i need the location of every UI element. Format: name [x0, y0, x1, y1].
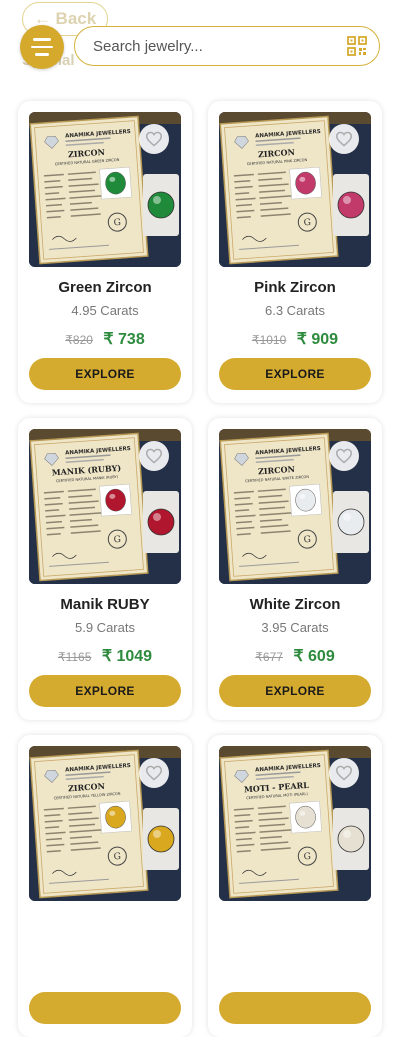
- explore-button[interactable]: EXPLORE: [219, 675, 371, 707]
- product-card[interactable]: ANAMIKA JEWELLERS ZIRCON CERTIFIED NATUR…: [18, 735, 192, 1037]
- original-price: ₹1165: [57, 650, 92, 664]
- product-name: Pink Zircon: [254, 279, 336, 296]
- favorite-button[interactable]: [329, 758, 359, 788]
- favorite-button[interactable]: [139, 124, 169, 154]
- favorite-button[interactable]: [139, 758, 169, 788]
- explore-button[interactable]: [29, 992, 181, 1024]
- svg-text:G: G: [113, 218, 121, 228]
- heart-icon: [335, 448, 353, 464]
- sale-price: ₹ 609: [293, 648, 335, 665]
- svg-text:G: G: [303, 535, 311, 545]
- product-card[interactable]: ANAMIKA JEWELLERS MOTI - PEARL CERTIFIED…: [208, 735, 382, 1037]
- product-image[interactable]: ANAMIKA JEWELLERS ZIRCON CERTIFIED NATUR…: [29, 746, 181, 901]
- search-input[interactable]: [91, 36, 347, 56]
- sale-price: ₹ 738: [103, 331, 145, 348]
- menu-icon: [33, 38, 51, 41]
- product-carats: 6.3 Carats: [265, 303, 325, 318]
- product-image[interactable]: ANAMIKA JEWELLERS ZIRCON CERTIFIED NATUR…: [29, 112, 181, 267]
- explore-button[interactable]: [219, 992, 371, 1024]
- sale-price: ₹ 1049: [101, 648, 153, 665]
- explore-button[interactable]: EXPLORE: [29, 675, 181, 707]
- product-card[interactable]: ANAMIKA JEWELLERS ZIRCON CERTIFIED NATUR…: [208, 101, 382, 403]
- menu-button[interactable]: [20, 25, 64, 69]
- svg-text:G: G: [113, 535, 121, 545]
- svg-text:G: G: [113, 852, 121, 862]
- price-row: [18, 963, 192, 981]
- favorite-button[interactable]: [329, 441, 359, 471]
- svg-text:G: G: [303, 852, 311, 862]
- heart-icon: [145, 448, 163, 464]
- product-card[interactable]: ANAMIKA JEWELLERS ZIRCON CERTIFIED NATUR…: [208, 418, 382, 720]
- product-carats: 4.95 Carats: [71, 303, 139, 318]
- product-card[interactable]: ANAMIKA JEWELLERS MANIK (RUBY) CERTIFIED…: [18, 418, 192, 720]
- product-name: Green Zircon: [58, 279, 152, 296]
- explore-button[interactable]: EXPLORE: [219, 358, 371, 390]
- original-price: ₹1010: [251, 333, 287, 347]
- heart-icon: [335, 765, 353, 781]
- price-row: [208, 963, 382, 981]
- price-row: ₹677 ₹ 609: [208, 646, 382, 666]
- product-image[interactable]: ANAMIKA JEWELLERS ZIRCON CERTIFIED NATUR…: [219, 429, 371, 584]
- product-image[interactable]: ANAMIKA JEWELLERS MOTI - PEARL CERTIFIED…: [219, 746, 371, 901]
- sale-price: ₹ 909: [296, 331, 339, 348]
- original-price: ₹820: [65, 333, 93, 347]
- favorite-button[interactable]: [139, 441, 169, 471]
- product-card[interactable]: ANAMIKA JEWELLERS ZIRCON CERTIFIED NATUR…: [18, 101, 192, 403]
- product-carats: 3.95 Carats: [261, 620, 329, 635]
- explore-button[interactable]: EXPLORE: [29, 358, 181, 390]
- product-image[interactable]: ANAMIKA JEWELLERS ZIRCON CERTIFIED NATUR…: [219, 112, 371, 267]
- product-carats: 5.9 Carats: [75, 620, 135, 635]
- price-row: ₹1165 ₹ 1049: [18, 646, 192, 666]
- heart-icon: [335, 131, 353, 147]
- price-row: ₹1010 ₹ 909: [208, 329, 382, 349]
- favorite-button[interactable]: [329, 124, 359, 154]
- svg-text:G: G: [303, 218, 311, 228]
- search-bar: [74, 26, 380, 66]
- qr-scan-icon[interactable]: [347, 36, 367, 56]
- heart-icon: [145, 765, 163, 781]
- product-image[interactable]: ANAMIKA JEWELLERS MANIK (RUBY) CERTIFIED…: [29, 429, 181, 584]
- product-name: Manik RUBY: [60, 596, 150, 613]
- product-name: White Zircon: [249, 596, 341, 613]
- heart-icon: [145, 131, 163, 147]
- price-row: ₹820 ₹ 738: [18, 329, 192, 349]
- original-price: ₹677: [255, 650, 283, 664]
